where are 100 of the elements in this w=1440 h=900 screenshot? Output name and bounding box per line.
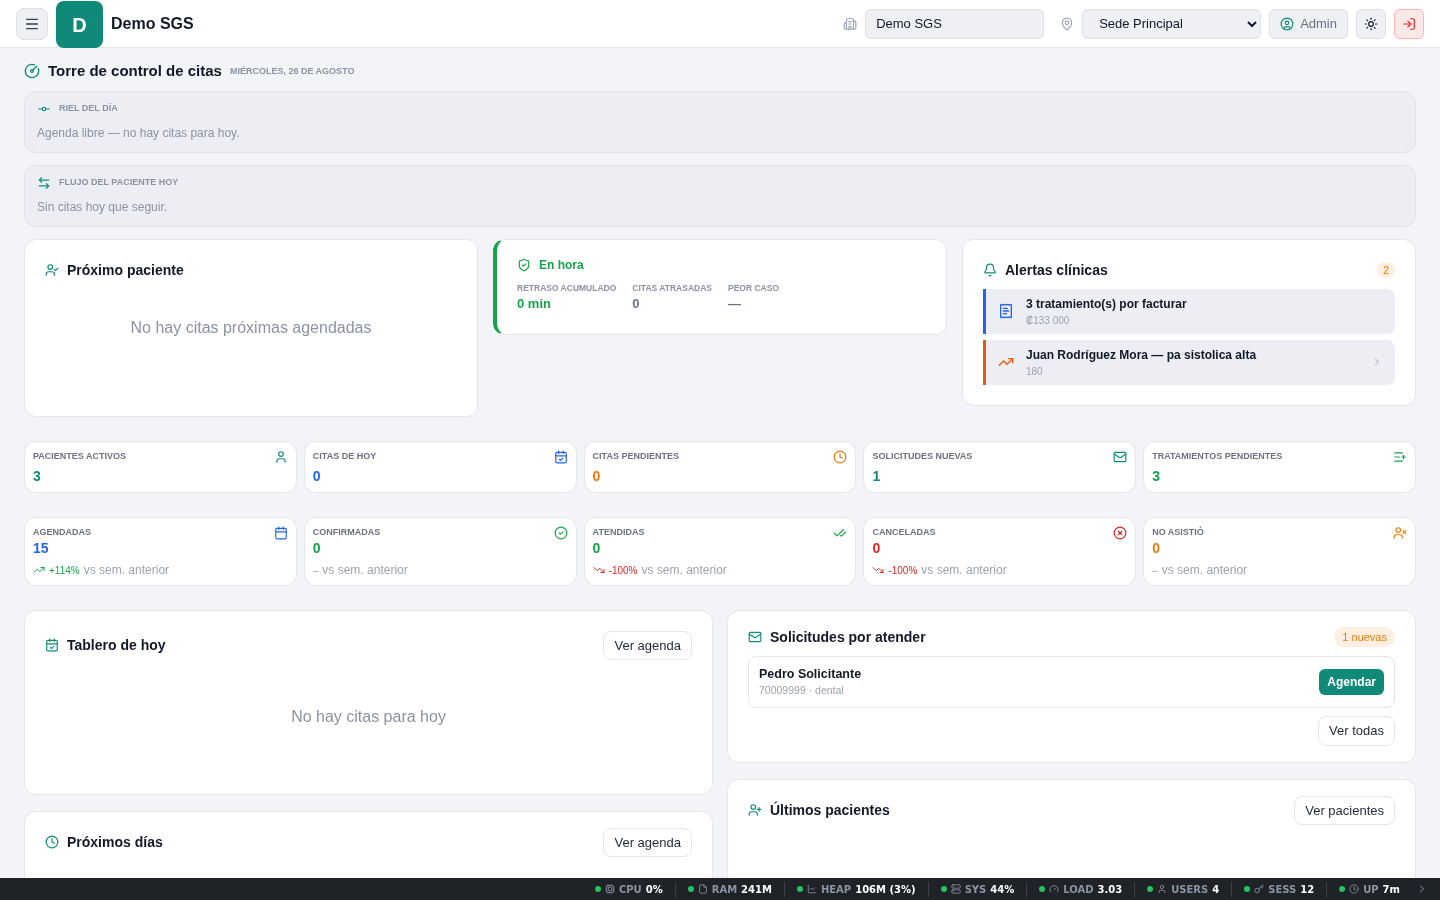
status-value: 7m xyxy=(1382,882,1400,897)
mail-icon xyxy=(1113,449,1128,464)
change-text: -100% xyxy=(888,563,918,578)
user-icon xyxy=(1280,16,1295,31)
kpi-value: 0 xyxy=(872,539,882,557)
status-label: RAM xyxy=(711,882,738,897)
card-title: Alertas clínicas xyxy=(1005,260,1109,280)
status-label: UP xyxy=(1363,882,1379,897)
check-circle-icon xyxy=(553,525,568,540)
status-label: SESS xyxy=(1268,882,1297,897)
change-text: – xyxy=(1152,563,1158,578)
chip-icon xyxy=(604,884,615,894)
calendar-icon xyxy=(273,525,288,540)
page-date: MIÉRCOLES, 26 DE AGOSTO xyxy=(229,64,355,78)
card-title: Tablero de hoy xyxy=(67,635,167,655)
theme-button[interactable] xyxy=(1356,8,1386,39)
comparison-text: vs sem. anterior xyxy=(83,562,170,579)
card-title: Próximos días xyxy=(67,832,164,852)
metric-label: CITAS ATRASADAS xyxy=(632,281,712,295)
list-plus-icon xyxy=(1393,449,1407,464)
panel-text: Agenda libre — no hay citas para hoy. xyxy=(37,124,241,142)
status-value: 12 xyxy=(1300,882,1315,897)
location-icon xyxy=(1060,16,1075,31)
kpi-value: 0 xyxy=(312,467,321,484)
alert-title: 3 tratamiento(s) por facturar xyxy=(1026,295,1188,313)
alert-item[interactable]: 3 tratamiento(s) por facturar ₡133 000 xyxy=(983,288,1395,334)
view-all-button[interactable]: Ver todas xyxy=(1318,716,1395,746)
file-icon xyxy=(697,884,708,894)
logout-icon xyxy=(1402,16,1416,31)
alert-item[interactable]: Juan Rodríguez Mora — pa sistolica alta 180 xyxy=(983,339,1395,385)
sede-select[interactable]: Sede Principal xyxy=(1082,8,1262,39)
change-text: – xyxy=(312,563,319,578)
status-value: 4 xyxy=(1212,882,1220,897)
status-value: 3.03 xyxy=(1097,882,1123,897)
brand-name: Demo SGS xyxy=(111,13,194,34)
panel-label: RIEL DEL DÍA xyxy=(59,101,118,115)
agenda-button[interactable]: Ver agenda xyxy=(603,630,692,660)
page-title: Torre de control de citas xyxy=(48,61,222,81)
logo: D xyxy=(56,1,103,48)
clock-icon xyxy=(1349,884,1360,894)
status-label: USERS xyxy=(1171,882,1209,897)
status-text: En hora xyxy=(539,256,584,274)
status-value: 241M xyxy=(741,882,772,897)
kpi-value: 0 xyxy=(592,467,601,484)
change-text: +114% xyxy=(49,563,80,578)
kpi-label: CITAS DE HOY xyxy=(312,449,377,463)
kpi-value: 0 xyxy=(312,539,322,557)
requester-name: Pedro Solicitante xyxy=(759,665,863,683)
building-icon xyxy=(843,16,858,31)
metric-value: 0 min xyxy=(517,295,552,314)
card-title: Últimos pacientes xyxy=(770,800,891,820)
user-plus-icon xyxy=(748,803,762,818)
x-circle-icon xyxy=(1113,525,1128,540)
kpi-label: ATENDIDAS xyxy=(592,525,645,539)
comparison-text: vs sem. anterior xyxy=(1161,562,1248,579)
key-icon xyxy=(1254,884,1265,894)
company-field[interactable]: Demo SGS xyxy=(865,8,1045,39)
status-label: SYS xyxy=(964,882,987,897)
status-label: HEAP xyxy=(820,882,852,897)
agenda-button[interactable]: Ver agenda xyxy=(603,827,692,857)
sun-icon xyxy=(1364,16,1378,31)
metric-label: RETRASO ACUMULADO xyxy=(517,281,617,295)
comparison-text: vs sem. anterior xyxy=(641,562,727,579)
alert-detail: ₡133 000 xyxy=(1026,313,1071,328)
request-detail: 70009999 · dental xyxy=(759,683,845,699)
logout-button[interactable] xyxy=(1394,8,1424,39)
mail-icon xyxy=(748,630,762,644)
kpi-label: NO ASISTIÓ xyxy=(1152,525,1204,539)
user-button[interactable]: Admin xyxy=(1269,8,1348,39)
card-title: Solicitudes por atender xyxy=(770,627,927,647)
card-title: Próximo paciente xyxy=(67,260,184,280)
empty-message: No hay citas para hoy xyxy=(291,706,446,727)
status-label: CPU xyxy=(618,882,642,897)
gauge-icon xyxy=(24,63,40,80)
kpi-value: 3 xyxy=(1152,467,1160,484)
calendar-check-icon xyxy=(553,449,568,464)
kpi-value: 0 xyxy=(1152,539,1161,557)
metric-value: 0 xyxy=(632,295,641,314)
receipt-icon xyxy=(998,303,1014,319)
kpi-label: SOLICITUDES NUEVAS xyxy=(872,449,973,463)
kpi-label: AGENDADAS xyxy=(33,525,91,539)
patients-button[interactable]: Ver pacientes xyxy=(1294,795,1395,825)
kpi-label: CITAS PENDIENTES xyxy=(592,449,679,463)
metric-value: — xyxy=(728,295,742,314)
server-icon xyxy=(950,884,961,894)
clock-icon xyxy=(45,835,59,850)
kpi-label: PACIENTES ACTIVOS xyxy=(33,449,126,463)
status-label: LOAD xyxy=(1063,882,1094,897)
change-text: -100% xyxy=(608,563,638,578)
kpi-label: TRATAMIENTOS PENDIENTES xyxy=(1152,449,1283,463)
schedule-button[interactable]: Agendar xyxy=(1319,668,1384,695)
swap-arrows-icon xyxy=(37,175,51,190)
kpi-label: CONFIRMADAS xyxy=(312,525,381,539)
status-value: 44% xyxy=(990,882,1015,897)
person-icon xyxy=(273,449,288,464)
kpi-value: 3 xyxy=(33,467,41,484)
new-count-badge: 1 nuevas xyxy=(1334,626,1395,648)
person-x-icon xyxy=(1393,525,1407,540)
menu-button[interactable] xyxy=(16,7,48,40)
count-badge: 2 xyxy=(1376,261,1395,279)
